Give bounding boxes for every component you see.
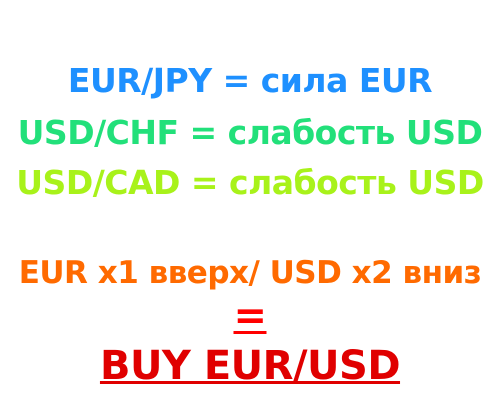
usdchf-line: USD/CHF = слабость USD — [17, 113, 483, 152]
buy-signal: BUY EUR/USD — [99, 343, 401, 389]
equals-sign: = — [233, 293, 267, 339]
eurjpy-line: EUR/JPY = сила EUR — [67, 61, 433, 100]
usdcad-line: USD/CAD = слабость USD — [16, 163, 484, 202]
eur-usd-direction-line: EUR x1 вверх/ USD x2 вниз — [18, 255, 482, 291]
